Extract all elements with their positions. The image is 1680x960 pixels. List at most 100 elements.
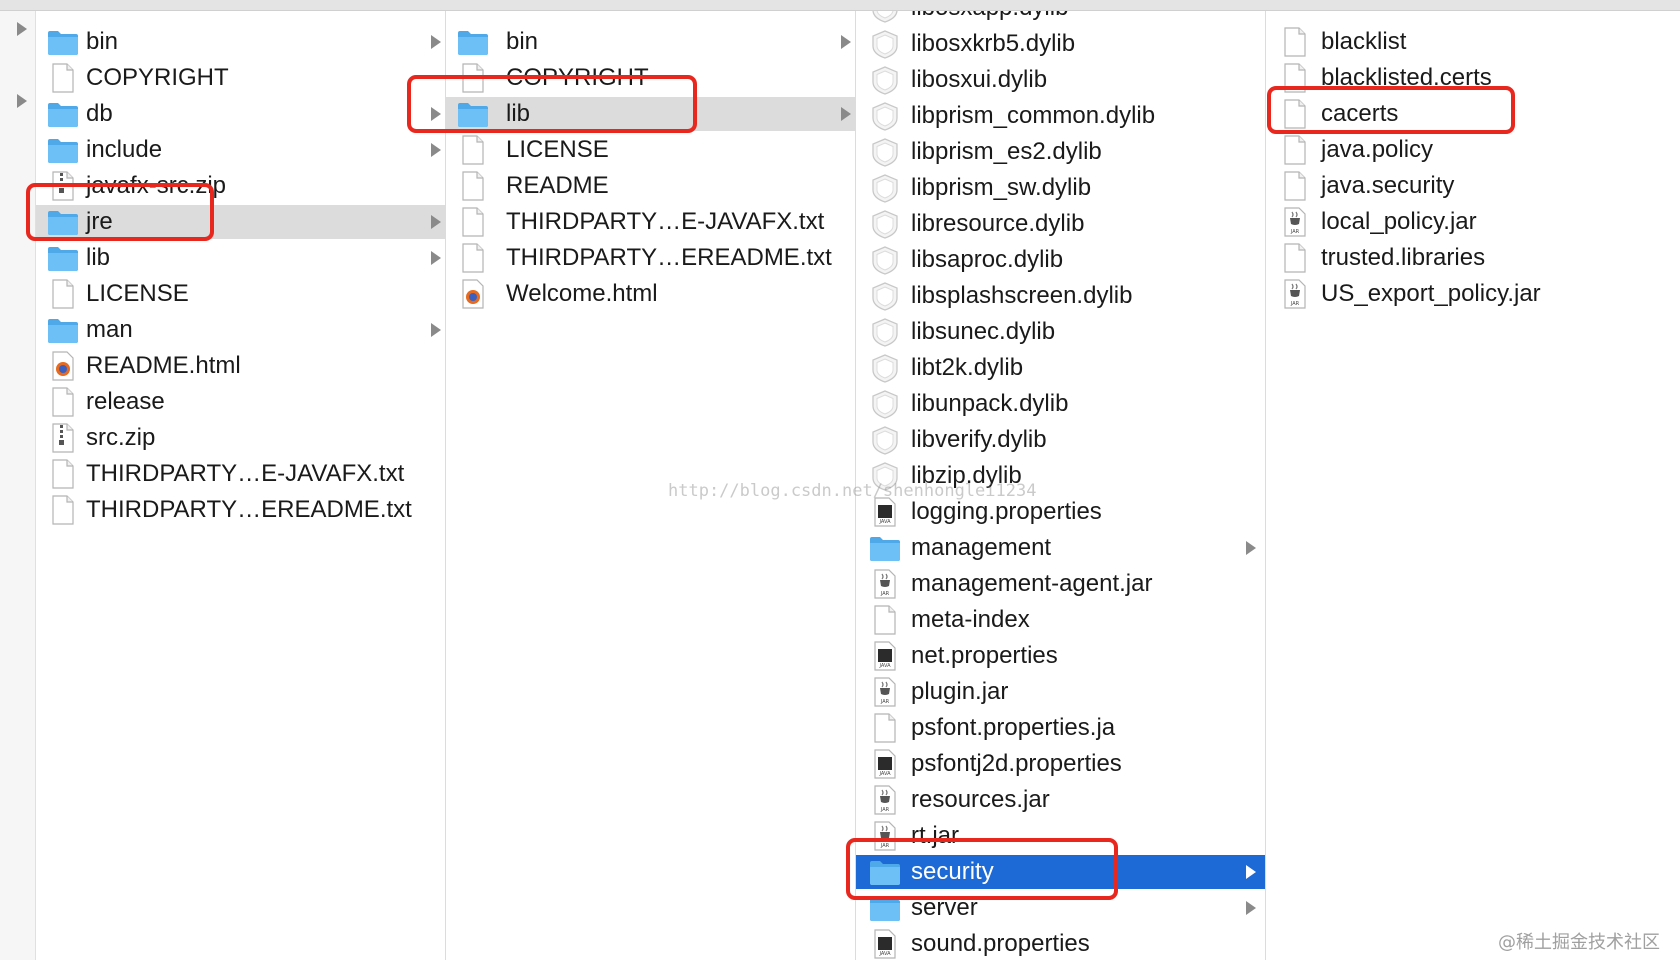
dylib-library-icon (869, 425, 901, 455)
list-item[interactable]: blacklisted.certs (1266, 61, 1680, 95)
list-item[interactable]: libosxapp.dylib (856, 11, 1265, 25)
list-item[interactable]: man (36, 313, 445, 347)
jar-file-icon: JAR (1279, 207, 1311, 237)
folder-icon (47, 135, 79, 165)
disclosure-arrow-icon[interactable] (431, 215, 441, 229)
list-item[interactable]: COPYRIGHT (446, 61, 855, 95)
zip-archive-icon (47, 171, 79, 201)
list-item[interactable]: JAVA net.properties (856, 639, 1265, 673)
list-item[interactable]: libsunec.dylib (856, 315, 1265, 349)
list-item[interactable]: bin (36, 25, 445, 59)
item-label: bin (86, 28, 119, 55)
list-item[interactable]: psfont.properties.ja (856, 711, 1265, 745)
list-item[interactable]: include (36, 133, 445, 167)
svg-text:JAR: JAR (880, 843, 890, 849)
list-item[interactable]: LICENSE (446, 133, 855, 167)
disclosure-arrow-icon[interactable] (431, 107, 441, 121)
list-item[interactable]: JAVA psfontj2d.properties (856, 747, 1265, 781)
list-item[interactable]: LICENSE (36, 277, 445, 311)
list-item[interactable]: libsplashscreen.dylib (856, 279, 1265, 313)
document-icon (457, 63, 489, 93)
disclosure-arrow-icon[interactable] (431, 143, 441, 157)
list-item[interactable]: libprism_es2.dylib (856, 135, 1265, 169)
list-item[interactable]: src.zip (36, 421, 445, 455)
list-item[interactable]: libresource.dylib (856, 207, 1265, 241)
list-item[interactable]: JAR rt.jar (856, 819, 1265, 853)
list-item[interactable]: libosxui.dylib (856, 63, 1265, 97)
disclosure-arrow-icon[interactable] (841, 35, 851, 49)
jar-file-icon: JAR (869, 677, 901, 707)
list-item[interactable]: db (36, 97, 445, 131)
item-label: libosxapp.dylib (911, 11, 1068, 25)
list-item[interactable]: lib (36, 241, 445, 275)
list-item[interactable]: libverify.dylib (856, 423, 1265, 457)
list-item[interactable]: COPYRIGHT (36, 61, 445, 95)
document-icon (1279, 171, 1311, 201)
disclosure-arrow-icon[interactable] (17, 22, 27, 36)
list-item[interactable]: Welcome.html (446, 277, 855, 311)
java-properties-icon: JAVA (869, 929, 901, 959)
list-item[interactable]: libunpack.dylib (856, 387, 1265, 421)
list-item[interactable]: JAR management-agent.jar (856, 567, 1265, 601)
item-label: psfont.properties.ja (911, 714, 1116, 741)
window-top-edge (0, 0, 1680, 11)
list-item[interactable]: JAVA sound.properties (856, 927, 1265, 960)
previous-column-strip[interactable] (0, 11, 36, 960)
list-item[interactable]: THIRDPARTY…E-JAVAFX.txt (446, 205, 855, 239)
item-label: meta-index (911, 606, 1030, 633)
disclosure-arrow-icon[interactable] (431, 323, 441, 337)
item-label: sound.properties (911, 930, 1090, 957)
list-item[interactable]: libprism_common.dylib (856, 99, 1265, 133)
list-item[interactable]: JAR resources.jar (856, 783, 1265, 817)
list-item[interactable]: libosxkrb5.dylib (856, 27, 1265, 61)
list-item[interactable]: THIRDPARTY…EREADME.txt (36, 493, 445, 527)
item-label: management-agent.jar (911, 570, 1153, 597)
list-item[interactable]: libsaproc.dylib (856, 243, 1265, 277)
list-item[interactable]: README (446, 169, 855, 203)
list-item[interactable]: README.html (36, 349, 445, 383)
disclosure-arrow-icon[interactable] (431, 35, 441, 49)
list-item[interactable]: javafx-src.zip (36, 169, 445, 203)
list-item[interactable]: release (36, 385, 445, 419)
document-icon (869, 713, 901, 743)
list-item[interactable]: JAR local_policy.jar (1266, 205, 1680, 239)
document-icon (457, 207, 489, 237)
disclosure-arrow-icon[interactable] (17, 94, 27, 108)
document-icon (457, 171, 489, 201)
list-item[interactable]: java.policy (1266, 133, 1680, 167)
list-item-selected[interactable]: jre (36, 205, 445, 239)
item-label: blacklisted.certs (1321, 64, 1492, 91)
item-label: THIRDPARTY…EREADME.txt (86, 496, 412, 523)
list-item[interactable]: libprism_sw.dylib (856, 171, 1265, 205)
list-item[interactable]: THIRDPARTY…E-JAVAFX.txt (36, 457, 445, 491)
item-label: README (506, 172, 609, 199)
item-label: resources.jar (911, 786, 1050, 813)
list-item-selected[interactable]: lib (446, 97, 855, 131)
disclosure-arrow-icon[interactable] (431, 251, 441, 265)
item-label: LICENSE (506, 136, 609, 163)
list-item[interactable]: libt2k.dylib (856, 351, 1265, 385)
list-item[interactable]: THIRDPARTY…EREADME.txt (446, 241, 855, 275)
list-item[interactable]: java.security (1266, 169, 1680, 203)
list-item-selected[interactable]: security (856, 855, 1265, 889)
disclosure-arrow-icon[interactable] (1246, 541, 1256, 555)
folder-icon (869, 533, 901, 563)
list-item[interactable]: management (856, 531, 1265, 565)
finder-column-jdk-contents[interactable]: bin COPYRIGHT db include javafx-src.zip jre li… (36, 11, 445, 960)
finder-column-security[interactable]: blacklist blacklisted.certs cacerts java.po… (1266, 11, 1680, 960)
list-item[interactable]: JAR plugin.jar (856, 675, 1265, 709)
list-item[interactable]: JAR US_export_policy.jar (1266, 277, 1680, 311)
list-item[interactable]: server (856, 891, 1265, 925)
dylib-library-icon (869, 281, 901, 311)
disclosure-arrow-icon[interactable] (841, 107, 851, 121)
folder-icon (47, 207, 79, 237)
list-item[interactable]: bin (446, 25, 855, 59)
document-icon (457, 243, 489, 273)
dylib-library-icon (869, 353, 901, 383)
list-item[interactable]: blacklist (1266, 25, 1680, 59)
disclosure-arrow-icon[interactable] (1246, 901, 1256, 915)
disclosure-arrow-icon[interactable] (1246, 865, 1256, 879)
list-item[interactable]: cacerts (1266, 97, 1680, 131)
list-item[interactable]: meta-index (856, 603, 1265, 637)
list-item[interactable]: trusted.libraries (1266, 241, 1680, 275)
